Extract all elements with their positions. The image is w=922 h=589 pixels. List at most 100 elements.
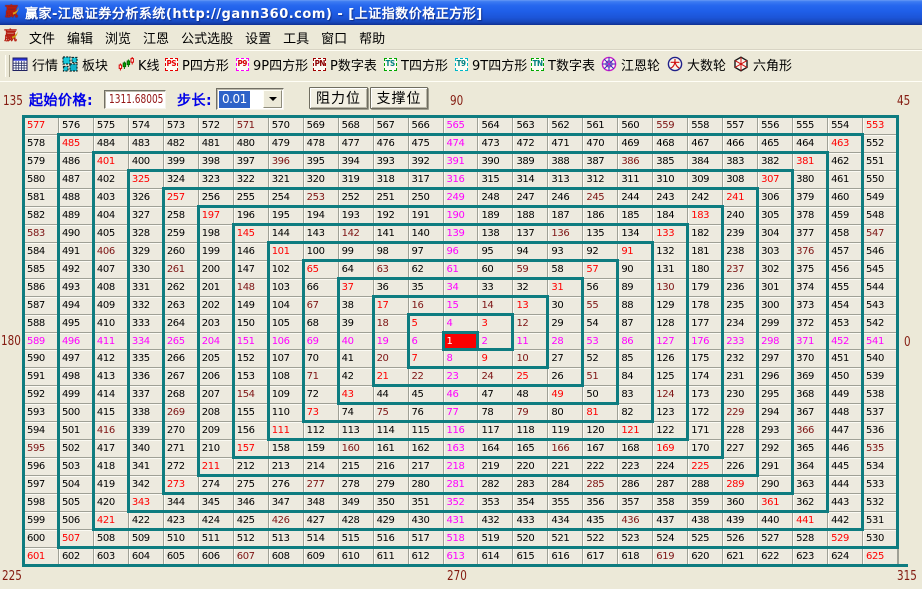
- grid-cell-263: 263: [164, 297, 198, 314]
- grid-cell-397: 397: [234, 153, 268, 170]
- grid-cell-430: 430: [409, 512, 443, 529]
- grid-cell-424: 424: [199, 512, 233, 529]
- grid-cell-538: 538: [863, 386, 897, 403]
- grid-cell-203: 203: [199, 315, 233, 332]
- grid-cell-175: 175: [688, 350, 722, 367]
- menu-item-1[interactable]: 文件: [27, 27, 57, 48]
- grid-cell-168: 168: [618, 440, 652, 457]
- grid-cell-379: 379: [793, 189, 827, 206]
- start-price-input[interactable]: 1311.68005: [104, 90, 166, 109]
- toolbar-button-big-number-wheel[interactable]: 大大数轮: [667, 51, 726, 77]
- grid-cell-539: 539: [863, 368, 897, 385]
- menu-item-4[interactable]: 江恩: [141, 27, 171, 48]
- toolbar-gripper[interactable]: [5, 55, 10, 77]
- grid-cell-331: 331: [129, 279, 163, 296]
- grid-cell-126: 126: [653, 350, 687, 367]
- grid-cell-137: 137: [513, 225, 547, 242]
- grid-cell-62: 62: [409, 261, 443, 278]
- grid-cell-435: 435: [583, 512, 617, 529]
- grid-cell-105: 105: [269, 315, 303, 332]
- grid-cell-287: 287: [653, 476, 687, 493]
- grid-cell-154: 154: [234, 386, 268, 403]
- grid-cell-83: 83: [618, 386, 652, 403]
- grid-cell-595: 595: [24, 440, 58, 457]
- grid-cell-399: 399: [164, 153, 198, 170]
- grid-cell-279: 279: [374, 476, 408, 493]
- toolbar-button-gann-wheel[interactable]: 江恩轮: [601, 51, 660, 77]
- toolbar-button-p-square[interactable]: PSP四方形: [165, 51, 229, 77]
- grid-cell-186: 186: [583, 207, 617, 224]
- grid-cell-119: 119: [548, 422, 582, 439]
- grid-cell-144: 144: [269, 225, 303, 242]
- grid-cell-593: 593: [24, 404, 58, 421]
- menu-app-icon[interactable]: 赢: [3, 29, 19, 45]
- menu-item-5[interactable]: 公式选股: [179, 27, 235, 48]
- grid-cell-594: 594: [24, 422, 58, 439]
- toolbar-label: 9T四方形: [472, 55, 527, 74]
- grid-cell-115: 115: [409, 422, 443, 439]
- grid-cell-425: 425: [234, 512, 268, 529]
- grid-cell-81: 81: [583, 404, 617, 421]
- grid-cell-34: 34: [444, 279, 478, 296]
- grid-cell-387: 387: [583, 153, 617, 170]
- toolbar-button-9p-square[interactable]: P99P四方形: [236, 51, 308, 77]
- grid-cell-363: 363: [793, 476, 827, 493]
- menu-item-8[interactable]: 窗口: [319, 27, 349, 48]
- grid-cell-97: 97: [409, 243, 443, 260]
- grid-cell-237: 237: [723, 261, 757, 278]
- grid-cell-347: 347: [269, 494, 303, 511]
- grid-cell-136: 136: [548, 225, 582, 242]
- grid-cell-141: 141: [374, 225, 408, 242]
- toolbar-button-sectors[interactable]: 板块: [62, 51, 108, 77]
- menu-item-3[interactable]: 浏览: [103, 27, 133, 48]
- grid-cell-220: 220: [513, 458, 547, 475]
- grid-cell-455: 455: [828, 279, 862, 296]
- menu-item-2[interactable]: 编辑: [65, 27, 95, 48]
- toolbar-button-p-number-table[interactable]: PNP数字表: [313, 51, 377, 77]
- grid-cell-380: 380: [793, 171, 827, 188]
- grid-cell-581: 581: [24, 189, 58, 206]
- grid-cell-587: 587: [24, 297, 58, 314]
- menu-item-7[interactable]: 工具: [281, 27, 311, 48]
- step-combobox[interactable]: 0.01: [216, 88, 284, 110]
- grid-cell-51: 51: [583, 368, 617, 385]
- support-button[interactable]: 支撑位: [370, 87, 428, 109]
- grid-cell-165: 165: [513, 440, 547, 457]
- grid-cell-223: 223: [618, 458, 652, 475]
- grid-cell-377: 377: [793, 225, 827, 242]
- grid-cell-508: 508: [94, 530, 128, 547]
- combo-dropdown-button[interactable]: [263, 90, 282, 108]
- grid-cell-296: 296: [758, 368, 792, 385]
- grid-cell-21: 21: [374, 368, 408, 385]
- grid-cell-340: 340: [129, 440, 163, 457]
- grid-cell-454: 454: [828, 297, 862, 314]
- grid-cell-372: 372: [793, 315, 827, 332]
- grid-cell-609: 609: [304, 548, 338, 565]
- resistance-button[interactable]: 阻力位: [309, 87, 368, 109]
- menu-item-6[interactable]: 设置: [243, 27, 273, 48]
- grid-cell-229: 229: [723, 404, 757, 421]
- toolbar-label: T四方形: [401, 55, 448, 74]
- grid-cell-600: 600: [24, 530, 58, 547]
- toolbar-button-hexagon[interactable]: 六角形: [733, 51, 792, 77]
- grid-cell-200: 200: [199, 261, 233, 278]
- grid-cell-241: 241: [723, 189, 757, 206]
- menu-item-9[interactable]: 帮助: [357, 27, 387, 48]
- grid-cell-349: 349: [339, 494, 373, 511]
- gann-square-grid: 5775765755745735725715705695685675665655…: [22, 115, 899, 567]
- toolbar-button-t-square[interactable]: TST四方形: [384, 51, 448, 77]
- grid-cell-610: 610: [339, 548, 373, 565]
- grid-cell-128: 128: [653, 315, 687, 332]
- grid-cell-282: 282: [478, 476, 512, 493]
- grid-cell-257: 257: [164, 189, 198, 206]
- toolbar-button-9t-square[interactable]: T99T四方形: [455, 51, 527, 77]
- toolbar-button-quotes[interactable]: 行情: [12, 51, 58, 77]
- grid-cell-394: 394: [339, 153, 373, 170]
- grid-cell-33: 33: [478, 279, 512, 296]
- toolbar-button-kline[interactable]: K线: [118, 51, 160, 77]
- toolbar-button-t-number-table[interactable]: TNT数字表: [531, 51, 595, 77]
- grid-cell-543: 543: [863, 297, 897, 314]
- grid-cell-285: 285: [583, 476, 617, 493]
- grid-cell-495: 495: [59, 315, 93, 332]
- grid-cell-395: 395: [304, 153, 338, 170]
